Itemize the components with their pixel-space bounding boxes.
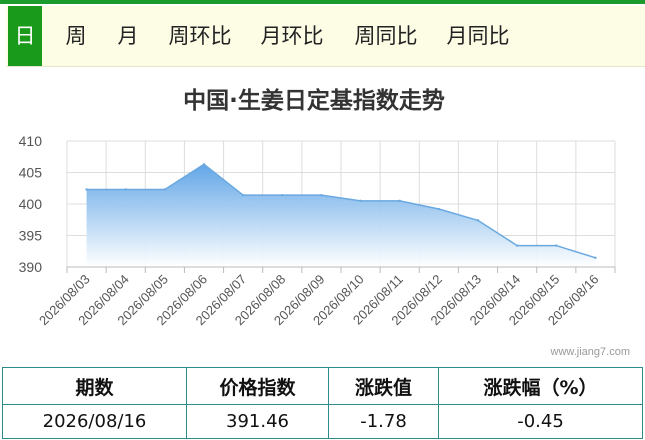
chart-title: 中国·生姜日定基指数走势: [183, 87, 445, 114]
y-tick-label: 405: [19, 165, 43, 181]
data-point: [555, 244, 558, 247]
watermark: www.jiang7.com: [550, 346, 630, 358]
data-point: [398, 199, 401, 203]
y-tick-label: 395: [19, 228, 43, 244]
y-tick-label: 410: [19, 133, 43, 149]
data-point: [476, 219, 480, 222]
data-point: [163, 188, 167, 191]
header-change-value: 涨跌值: [328, 367, 439, 405]
data-point: [320, 193, 323, 197]
data-point: [124, 188, 127, 191]
data-point: [241, 193, 245, 197]
data-point: [202, 163, 206, 166]
data-point: [594, 256, 597, 260]
cell-period: 2026/08/16: [2, 404, 187, 439]
tab-week-over-week[interactable]: 周环比: [162, 6, 238, 66]
tab-week[interactable]: 周: [58, 6, 94, 66]
summary-table: 期数 价格指数 涨跌值 涨跌幅（%） 2026/08/16 391.46 -1.…: [2, 367, 643, 439]
data-point: [281, 193, 284, 197]
data-point: [437, 207, 441, 211]
top-accent-line: [0, 0, 645, 4]
period-tab-bar: 日 周 月 周环比 月环比 周同比 月同比: [6, 6, 645, 67]
header-price-index: 价格指数: [186, 367, 329, 405]
cell-change-percent: -0.45: [438, 404, 643, 439]
data-point: [85, 188, 88, 191]
tab-month[interactable]: 月: [110, 6, 146, 66]
header-change-percent: 涨跌幅（%）: [438, 367, 643, 405]
tab-week-year-over-year[interactable]: 周同比: [348, 6, 424, 66]
summary-data-row: 2026/08/16 391.46 -1.78 -0.45: [2, 404, 643, 439]
tab-day[interactable]: 日: [8, 6, 42, 66]
tab-month-year-over-year[interactable]: 月同比: [440, 6, 516, 66]
data-point: [515, 244, 519, 247]
tab-month-over-month[interactable]: 月环比: [254, 6, 330, 66]
cell-price-index: 391.46: [186, 404, 329, 439]
header-period: 期数: [2, 367, 187, 405]
y-tick-label: 400: [19, 196, 43, 212]
summary-header-row: 期数 价格指数 涨跌值 涨跌幅（%）: [2, 367, 643, 405]
y-tick-label: 390: [19, 259, 43, 275]
data-point: [359, 199, 362, 203]
index-trend-chart: 中国·生姜日定基指数走势 3903954004054102026/08/0320…: [19, 87, 616, 328]
cell-change-value: -1.78: [328, 404, 439, 439]
